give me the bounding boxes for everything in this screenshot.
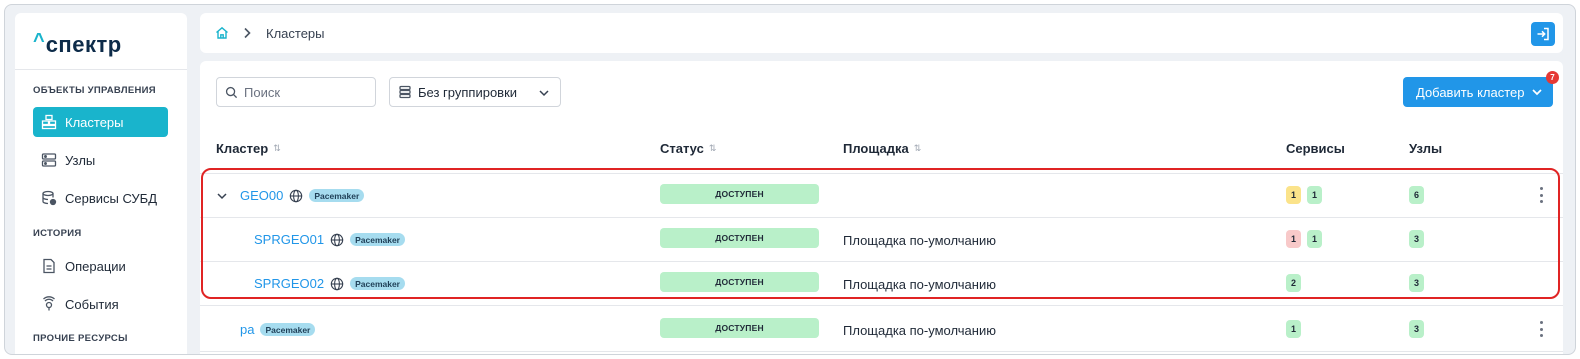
sidebar-item-events[interactable]: События: [33, 289, 168, 319]
chevron-down-icon[interactable]: [216, 190, 228, 202]
logo-word: спектр: [45, 32, 122, 57]
sidebar-item-clusters[interactable]: Кластеры: [33, 107, 168, 137]
notification-badge: 7: [1546, 71, 1559, 84]
cluster-link[interactable]: GEO00: [240, 188, 283, 203]
sort-icon: ⇅: [913, 143, 922, 153]
site-cell: Площадка по-умолчанию: [843, 233, 996, 248]
column-label: Площадка: [843, 141, 909, 156]
search-input[interactable]: [244, 84, 364, 100]
cluster-name-cell: GEO00 Pacemaker: [216, 188, 365, 203]
globe-icon: [289, 189, 303, 203]
column-label: Статус: [660, 141, 704, 156]
sidebar-item-label: Операции: [65, 258, 126, 274]
nodes-icon: [41, 152, 57, 168]
logout-icon: [1537, 27, 1549, 41]
logo[interactable]: ^ спектр: [33, 31, 122, 59]
sidebar-item-nodes[interactable]: Узлы: [33, 145, 168, 175]
more-actions-icon[interactable]: [1538, 321, 1544, 337]
add-cluster-label: Добавить кластер: [1416, 84, 1525, 100]
table-row[interactable]: SPRGEO01 Pacemaker ДОСТУПЕН Площадка по-…: [200, 218, 1563, 262]
search-icon: [225, 86, 238, 98]
sidebar-item-label: Узлы: [65, 152, 96, 168]
column-header-status[interactable]: Статус ⇅: [660, 141, 716, 156]
site-cell: Площадка по-умолчанию: [843, 323, 996, 338]
sidebar-section-management: ОБЪЕКТЫ УПРАВЛЕНИЯ: [33, 85, 156, 96]
logo-caret: ^: [33, 30, 45, 52]
cluster-type-tag: Pacemaker: [350, 277, 405, 290]
logout-button[interactable]: [1531, 22, 1555, 46]
column-header-site[interactable]: Площадка ⇅: [843, 141, 921, 156]
cluster-type-tag: Pacemaker: [309, 189, 365, 202]
events-icon: [41, 296, 57, 312]
status-badge: ДОСТУПЕН: [660, 318, 819, 338]
column-header-nodes: Узлы: [1409, 141, 1442, 156]
column-header-services: Сервисы: [1286, 141, 1345, 156]
status-badge: ДОСТУПЕН: [660, 184, 819, 204]
sidebar-item-db-services[interactable]: Сервисы СУБД: [33, 183, 168, 213]
chevron-down-icon: [539, 90, 549, 97]
column-header-cluster[interactable]: Кластер ⇅: [216, 141, 281, 156]
add-cluster-button[interactable]: Добавить кластер 7: [1403, 71, 1559, 107]
nodes-count-badge: 3: [1409, 274, 1424, 292]
cluster-type-tag: Pacemaker: [260, 323, 316, 336]
clusters-icon: [41, 114, 57, 130]
cluster-link[interactable]: pa: [240, 322, 254, 337]
more-actions-icon[interactable]: [1538, 187, 1544, 203]
grouping-label: Без группировки: [418, 84, 518, 100]
sidebar: ^ спектр ОБЪЕКТЫ УПРАВЛЕНИЯ Кластеры Узл…: [15, 13, 187, 354]
sort-icon: ⇅: [708, 143, 717, 153]
operations-icon: [41, 258, 57, 274]
search-box[interactable]: [216, 77, 376, 107]
column-label: Сервисы: [1286, 141, 1345, 156]
chevron-right-icon: [242, 26, 252, 40]
sidebar-divider: [15, 69, 187, 70]
column-label: Узлы: [1409, 141, 1443, 156]
home-icon[interactable]: [215, 26, 229, 40]
sidebar-item-label: Кластеры: [65, 114, 124, 130]
status-badge: ДОСТУПЕН: [660, 272, 819, 292]
services-count-badge: 1: [1286, 186, 1301, 204]
globe-icon: [330, 277, 344, 291]
cluster-name-cell: pa Pacemaker: [240, 322, 316, 337]
column-label: Кластер: [216, 141, 269, 156]
nodes-count-badge: 6: [1409, 186, 1424, 204]
services-count-badge: 1: [1286, 320, 1301, 338]
chevron-down-icon: [1532, 89, 1542, 96]
site-cell: Площадка по-умолчанию: [843, 277, 996, 292]
table-row[interactable]: GEO00 Pacemaker ДОСТУПЕН 1 1 6: [200, 174, 1563, 218]
services-count-badge: 2: [1286, 274, 1301, 292]
sidebar-section-other: ПРОЧИЕ РЕСУРСЫ: [33, 333, 128, 344]
sidebar-item-operations[interactable]: Операции: [33, 251, 168, 281]
app-frame: ^ спектр ОБЪЕКТЫ УПРАВЛЕНИЯ Кластеры Узл…: [4, 4, 1576, 355]
status-badge: ДОСТУПЕН: [660, 228, 819, 248]
grouping-select[interactable]: Без группировки: [389, 77, 561, 107]
sidebar-item-label: Сервисы СУБД: [65, 190, 158, 206]
cluster-name-cell: SPRGEO01 Pacemaker: [254, 232, 405, 247]
nodes-count-badge: 3: [1409, 230, 1424, 248]
cluster-link[interactable]: SPRGEO01: [254, 232, 324, 247]
layers-icon: [399, 85, 411, 99]
cluster-type-tag: Pacemaker: [350, 233, 405, 246]
database-services-icon: [41, 190, 57, 206]
main-panel: Без группировки Добавить кластер 7 Класт…: [200, 61, 1563, 354]
table-row[interactable]: pa Pacemaker ДОСТУПЕН Площадка по-умолча…: [200, 308, 1563, 352]
services-count-badge: 1: [1307, 230, 1322, 248]
breadcrumb-current: Кластеры: [266, 25, 325, 41]
services-count-badge: 1: [1286, 230, 1301, 248]
globe-icon: [330, 233, 344, 247]
cluster-name-cell: SPRGEO02 Pacemaker: [254, 276, 405, 291]
sidebar-item-label: События: [65, 296, 119, 312]
sort-icon: ⇅: [273, 143, 281, 153]
nodes-count-badge: 3: [1409, 320, 1424, 338]
header-bar: Кластеры: [200, 13, 1563, 53]
sidebar-section-history: ИСТОРИЯ: [33, 228, 82, 239]
services-count-badge: 1: [1307, 186, 1322, 204]
cluster-link[interactable]: SPRGEO02: [254, 276, 324, 291]
table-row[interactable]: SPRGEO02 Pacemaker ДОСТУПЕН Площадка по-…: [200, 262, 1563, 306]
